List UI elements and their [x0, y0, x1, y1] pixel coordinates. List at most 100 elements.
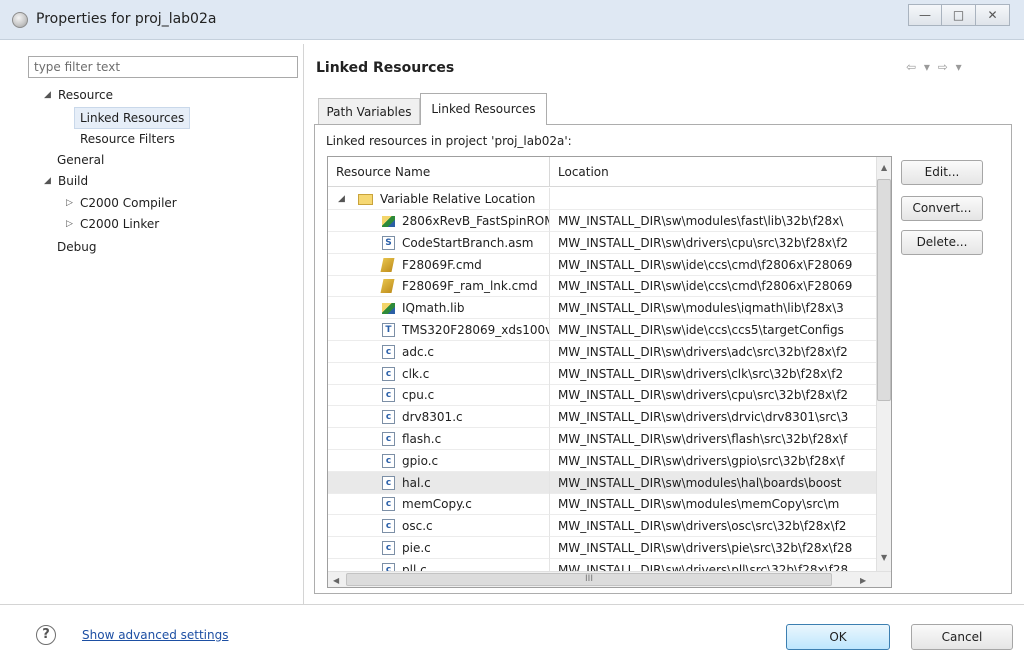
tree-item-c2000-compiler[interactable]: ▷ C2000 Compiler — [66, 193, 177, 213]
help-icon[interactable]: ? — [36, 625, 56, 645]
resource-name: F28069F_ram_lnk.cmd — [402, 279, 538, 294]
expanded-arrow-icon[interactable]: ◢ — [338, 188, 352, 209]
resource-name: TMS320F28069_xds100v — [402, 323, 550, 337]
tab-linked-resources[interactable]: Linked Resources — [420, 93, 547, 125]
tree-item-label: C2000 Linker — [80, 217, 160, 231]
cancel-button[interactable]: Cancel — [911, 624, 1013, 650]
table-row[interactable]: c clk.c MW_INSTALL_DIR\sw\drivers\clk\src\… — [328, 362, 876, 385]
resource-name-cell: c cpu.c — [328, 384, 550, 407]
table-row[interactable]: 2806xRevB_FastSpinROM MW_INSTALL_DIR\sw\m… — [328, 210, 876, 232]
resource-location: MW_INSTALL_DIR\sw\modules\memCopy\src\m — [550, 493, 876, 516]
resource-location: MW_INSTALL_DIR\sw\ide\ccs\cmd\f2806x\F28… — [550, 275, 876, 298]
resource-name: osc.c — [402, 519, 433, 534]
folder-icon — [358, 194, 373, 205]
horizontal-scroll-thumb[interactable]: III — [346, 573, 832, 586]
table-row[interactable]: c gpio.c MW_INSTALL_DIR\sw\drivers\gpio\sr… — [328, 449, 876, 472]
window-title: Properties for proj_lab02a — [36, 11, 217, 27]
c-file-icon: c — [382, 388, 395, 403]
resource-name-cell: F28069F_ram_lnk.cmd — [328, 275, 550, 298]
resource-name-cell: c flash.c — [328, 428, 550, 450]
table-row[interactable]: S CodeStartBranch.asm MW_INSTALL_DIR\sw\dr… — [328, 231, 876, 254]
resource-name: gpio.c — [402, 453, 439, 468]
table-row[interactable]: c cpu.c MW_INSTALL_DIR\sw\drivers\cpu\src\… — [328, 384, 876, 407]
tree-item-label: Resource — [58, 88, 114, 102]
group-row-variable-relative[interactable]: ◢ Variable Relative Location — [328, 188, 876, 210]
table-row[interactable]: c memCopy.c MW_INSTALL_DIR\sw\modules\memC… — [328, 493, 876, 516]
scroll-down-arrow-icon[interactable]: ▼ — [881, 553, 887, 562]
tree-item-general[interactable]: General — [57, 150, 104, 170]
cmd-file-icon — [380, 279, 395, 294]
history-nav-arrows-icon[interactable]: ⇦ ▾ ⇨ ▾ — [906, 60, 964, 74]
resource-name: pie.c — [402, 541, 431, 555]
target-config-icon: T — [382, 323, 395, 337]
resource-location: MW_INSTALL_DIR\sw\modules\fast\lib\32b\f… — [550, 210, 876, 232]
tree-item-debug[interactable]: Debug — [57, 237, 96, 257]
c-file-icon: c — [382, 519, 395, 534]
c-file-icon: c — [382, 366, 395, 381]
table-row[interactable]: c pie.c MW_INSTALL_DIR\sw\drivers\pie\src\… — [328, 537, 876, 559]
resource-name: flash.c — [402, 432, 442, 446]
footer-divider — [0, 604, 1024, 605]
resource-name: clk.c — [402, 366, 430, 381]
tree-item-resource-filters[interactable]: Resource Filters — [80, 129, 175, 149]
edit-button[interactable]: Edit... — [901, 160, 983, 185]
tree-item-label: Debug — [57, 240, 97, 254]
resource-location: MW_INSTALL_DIR\sw\drivers\cpu\src\32b\f2… — [550, 232, 876, 254]
minimize-button[interactable]: — — [908, 4, 942, 26]
expanded-arrow-icon[interactable]: ◢ — [44, 171, 58, 191]
table-row[interactable]: IQmath.lib MW_INSTALL_DIR\sw\modules\iqma… — [328, 297, 876, 320]
resource-location: MW_INSTALL_DIR\sw\modules\iqmath\lib\f28… — [550, 297, 876, 320]
resource-location: MW_INSTALL_DIR\sw\drivers\gpio\src\32b\f… — [550, 450, 876, 472]
table-row[interactable]: T TMS320F28069_xds100v MW_INSTALL_DIR\sw\i… — [328, 319, 876, 341]
tab-path-variables[interactable]: Path Variables — [318, 98, 420, 124]
filter-input[interactable] — [28, 56, 298, 78]
resource-name-cell: IQmath.lib — [328, 297, 550, 320]
c-file-icon: c — [382, 541, 395, 555]
close-button[interactable]: ✕ — [976, 4, 1010, 26]
table-row[interactable]: F28069F.cmd MW_INSTALL_DIR\sw\ide\ccs\cmd… — [328, 253, 876, 276]
table-row[interactable]: F28069F_ram_lnk.cmd MW_INSTALL_DIR\sw\ide… — [328, 275, 876, 298]
resource-name-cell: c gpio.c — [328, 449, 550, 472]
table-row[interactable]: c hal.c MW_INSTALL_DIR\sw\modules\hal\boar… — [328, 471, 876, 494]
table-row[interactable]: c flash.c MW_INSTALL_DIR\sw\drivers\flash\… — [328, 428, 876, 450]
show-advanced-settings-link[interactable]: Show advanced settings — [82, 628, 229, 642]
table-row[interactable]: c adc.c MW_INSTALL_DIR\sw\drivers\adc\src\… — [328, 340, 876, 363]
resource-location: MW_INSTALL_DIR\sw\drivers\cpu\src\32b\f2… — [550, 384, 876, 407]
resource-name: hal.c — [402, 475, 431, 490]
tree-item-c2000-linker[interactable]: ▷ C2000 Linker — [66, 214, 159, 234]
title-bar[interactable]: Properties for proj_lab02a — □ ✕ — [0, 0, 1024, 40]
c-file-icon: c — [382, 497, 395, 512]
resource-location: MW_INSTALL_DIR\sw\modules\hal\boards\boo… — [550, 472, 876, 494]
column-header-location[interactable]: Location — [550, 157, 876, 187]
tree-item-label: Resource Filters — [80, 132, 175, 146]
tree-item-label: C2000 Compiler — [80, 196, 177, 210]
expanded-arrow-icon[interactable]: ◢ — [44, 85, 58, 105]
scroll-right-arrow-icon[interactable]: ▶ — [860, 576, 866, 585]
panel-splitter[interactable] — [303, 44, 304, 604]
collapsed-arrow-icon[interactable]: ▷ — [66, 214, 80, 234]
page-title: Linked Resources — [316, 60, 455, 76]
scroll-left-arrow-icon[interactable]: ◀ — [333, 576, 339, 585]
table-row[interactable]: c drv8301.c MW_INSTALL_DIR\sw\drivers\drvi… — [328, 406, 876, 429]
c-file-icon: c — [382, 453, 395, 468]
resource-name: adc.c — [402, 344, 434, 359]
linked-resources-table: Resource Name Location ◢ Variable Relati… — [327, 156, 892, 588]
resource-name-cell: c adc.c — [328, 340, 550, 363]
scroll-up-arrow-icon[interactable]: ▲ — [881, 163, 887, 172]
vertical-scroll-thumb[interactable] — [877, 179, 891, 401]
collapsed-arrow-icon[interactable]: ▷ — [66, 193, 80, 213]
table-row[interactable]: c osc.c MW_INSTALL_DIR\sw\drivers\osc\src\… — [328, 515, 876, 538]
resource-name: IQmath.lib — [402, 301, 465, 316]
resource-name: CodeStartBranch.asm — [402, 235, 534, 250]
tree-item-build[interactable]: ◢ Build — [44, 171, 88, 191]
tree-item-resource[interactable]: ◢ Resource — [44, 85, 113, 105]
group-location-cell — [550, 188, 876, 210]
tree-item-linked-resources[interactable]: Linked Resources — [74, 107, 191, 129]
maximize-button[interactable]: □ — [942, 4, 976, 26]
column-header-resource-name[interactable]: Resource Name — [328, 157, 550, 187]
delete-button[interactable]: Delete... — [901, 230, 983, 255]
ok-button[interactable]: OK — [786, 624, 890, 650]
asm-file-icon: S — [382, 235, 395, 250]
linked-resources-caption: Linked resources in project 'proj_lab02a… — [326, 134, 572, 148]
convert-button[interactable]: Convert... — [901, 196, 983, 221]
